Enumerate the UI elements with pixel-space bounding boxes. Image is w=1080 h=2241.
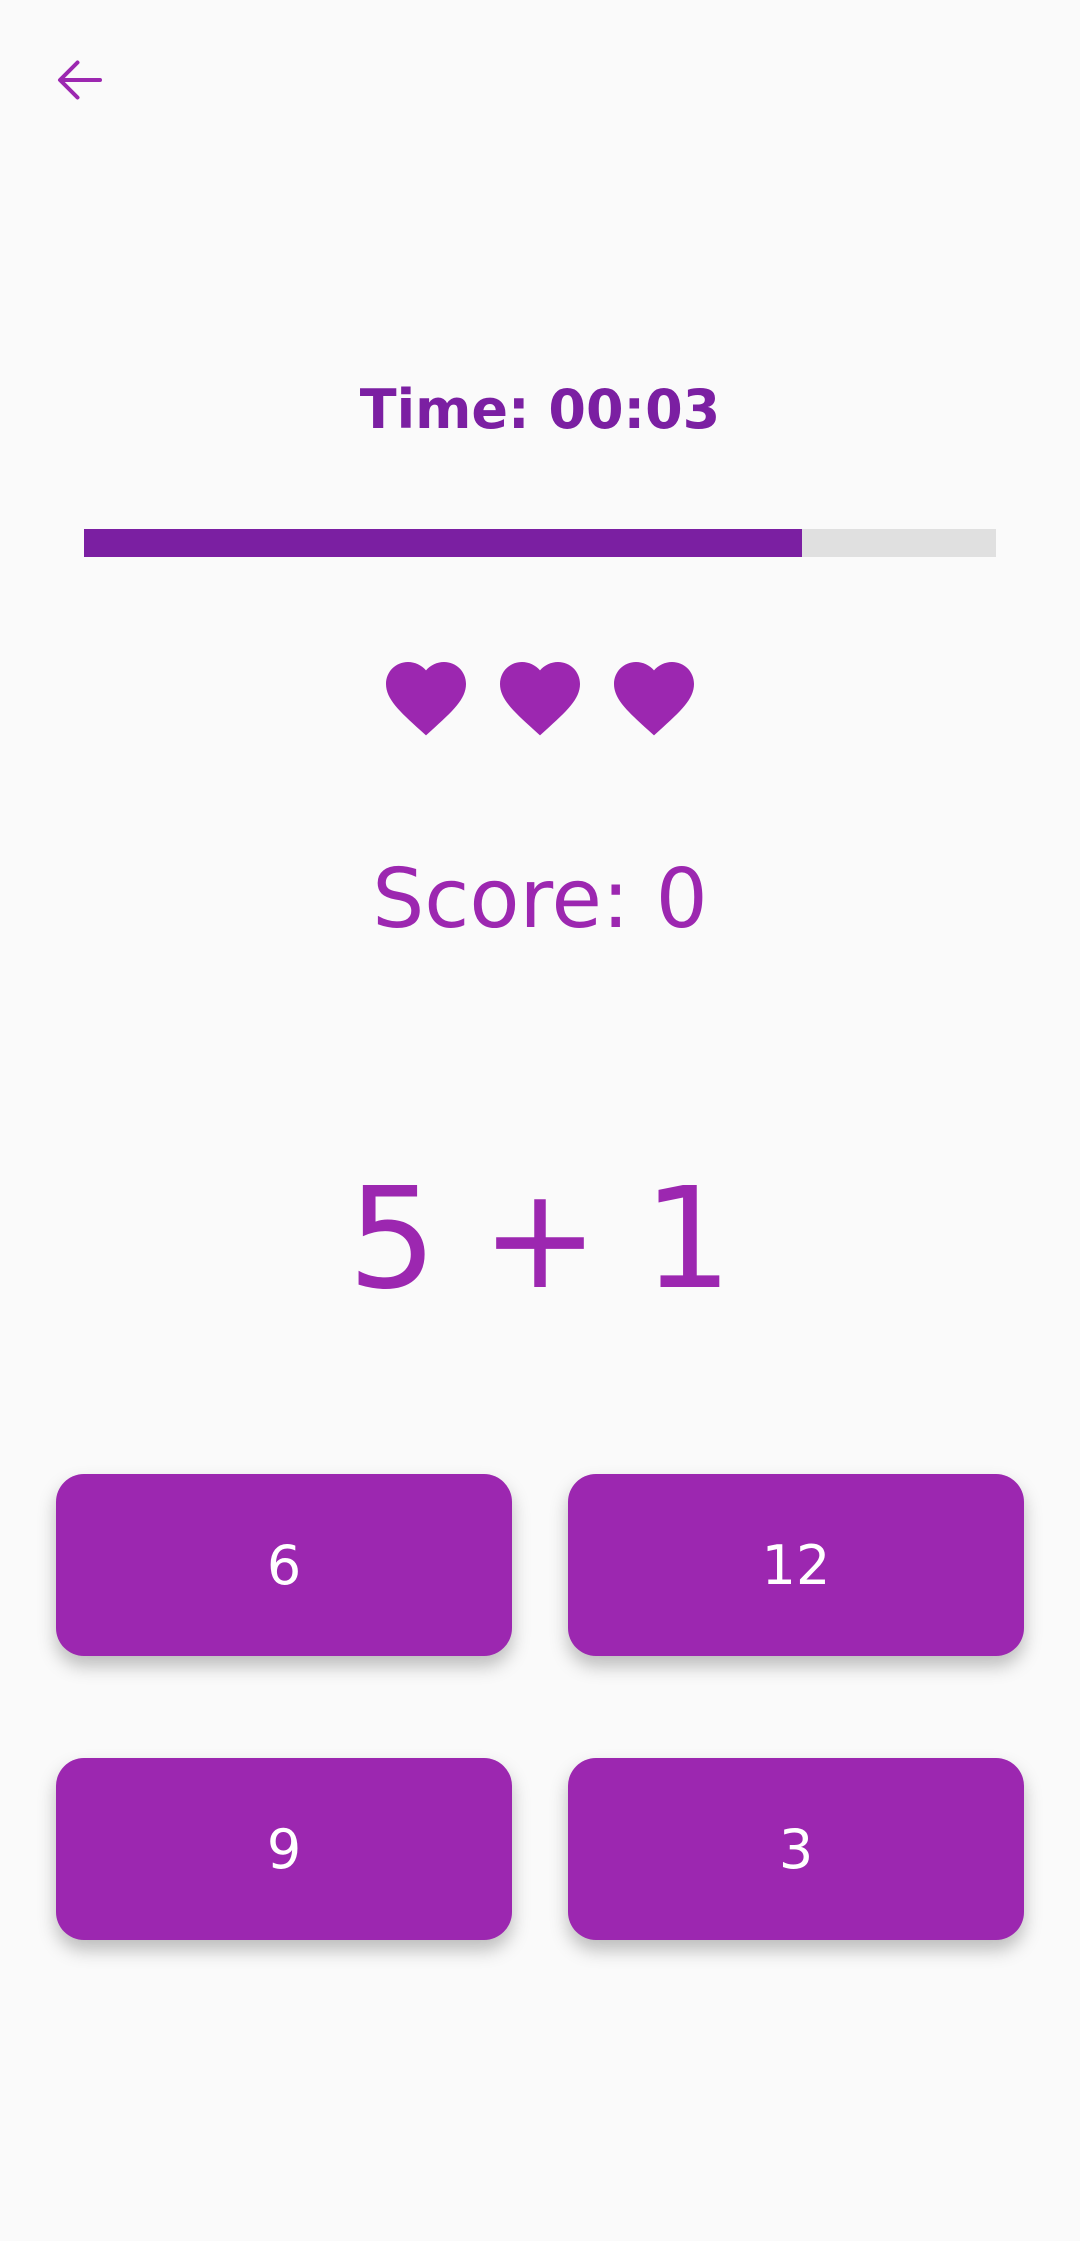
- timer-label: Time: 00:03: [359, 378, 721, 441]
- heart-icon: [614, 662, 694, 736]
- back-button[interactable]: [30, 30, 130, 130]
- time-progress-bar: [84, 529, 996, 557]
- heart-icon: [500, 662, 580, 736]
- arrow-left-icon: [58, 60, 102, 100]
- answer-button-3[interactable]: 9: [56, 1758, 512, 1940]
- answer-button-4[interactable]: 3: [568, 1758, 1024, 1940]
- time-progress-fill: [84, 529, 802, 557]
- heart-icon: [386, 662, 466, 736]
- math-question: 5 + 1: [347, 1158, 733, 1321]
- score-label: Score: 0: [372, 852, 708, 947]
- answer-button-1[interactable]: 6: [56, 1474, 512, 1656]
- lives-row: [0, 650, 1080, 750]
- answer-button-2[interactable]: 12: [568, 1474, 1024, 1656]
